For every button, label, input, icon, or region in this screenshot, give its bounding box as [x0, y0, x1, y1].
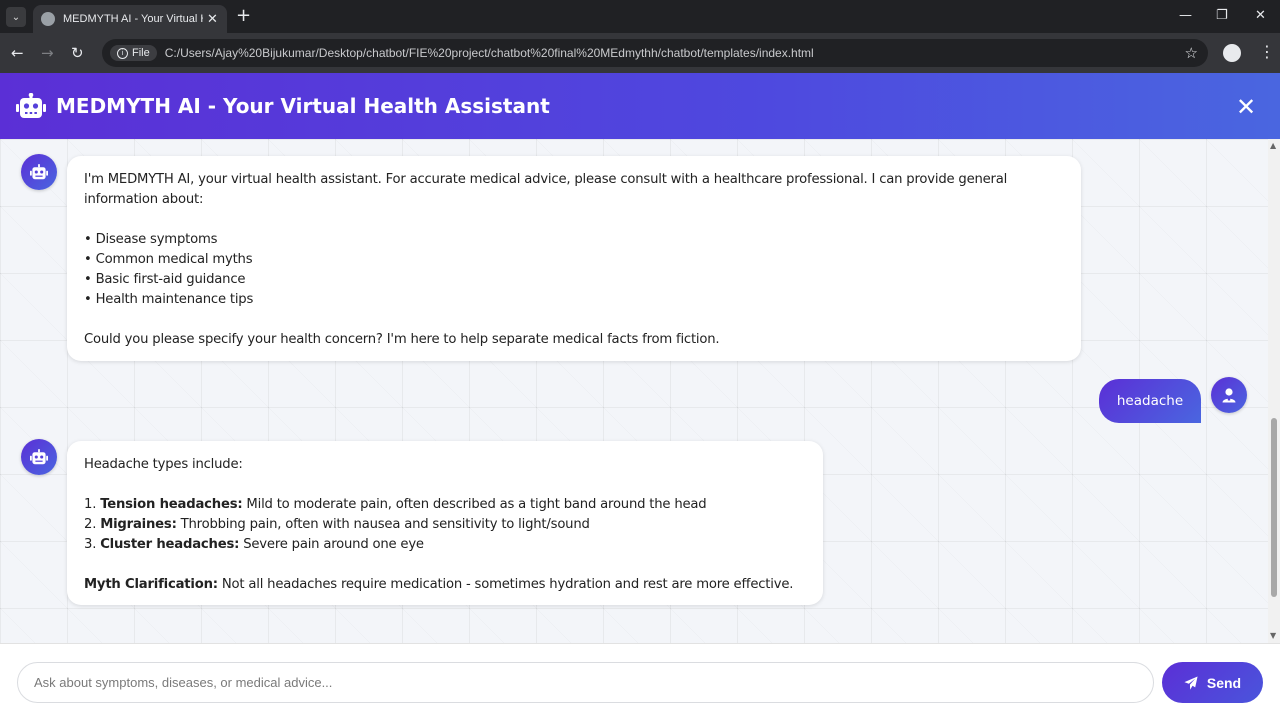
list-item: 2. Migraines: Throbbing pain, often with…: [84, 515, 806, 535]
address-bar[interactable]: i File C:/Users/Ajay%20Bijukumar/Desktop…: [102, 39, 1208, 67]
user-icon: [1222, 388, 1236, 403]
kebab-icon[interactable]: ⋮: [1259, 42, 1275, 61]
list-item: 3. Cluster headaches: Severe pain around…: [84, 535, 806, 555]
myth-clarification: Myth Clarification: Not all headaches re…: [84, 575, 806, 595]
bot-message: I'm MEDMYTH AI, your virtual health assi…: [67, 156, 1081, 361]
list-item: • Common medical myths: [84, 252, 253, 267]
item-number: 3.: [84, 537, 97, 552]
chat-area[interactable]: I'm MEDMYTH AI, your virtual health assi…: [0, 139, 1268, 643]
browser-toolbar: ← → ↻ i File C:/Users/Ajay%20Bijukumar/D…: [0, 33, 1280, 73]
scroll-down-icon[interactable]: ▼: [1270, 631, 1276, 640]
bot-message: Headache types include: 1. Tension heada…: [67, 441, 823, 605]
item-term: Migraines:: [100, 517, 177, 532]
input-bar: Send: [0, 643, 1280, 720]
tab-title: MEDMYTH AI - Your Virtual Hea: [63, 13, 203, 25]
list-item: • Health maintenance tips: [84, 292, 254, 307]
star-icon[interactable]: ☆: [1185, 44, 1198, 62]
window-close-icon[interactable]: ✕: [1255, 8, 1266, 23]
list-item: 1. Tension headaches: Mild to moderate p…: [84, 495, 806, 515]
message-intro: I'm MEDMYTH AI, your virtual health assi…: [84, 172, 1008, 207]
url-text[interactable]: C:/Users/Ajay%20Bijukumar/Desktop/chatbo…: [165, 46, 814, 60]
myth-label: Myth Clarification:: [84, 577, 218, 592]
list-item: • Basic first-aid guidance: [84, 272, 246, 287]
restore-icon[interactable]: ❐: [1216, 8, 1228, 23]
item-term: Cluster headaches:: [100, 537, 240, 552]
globe-icon: [41, 12, 55, 26]
item-desc: Severe pain around one eye: [243, 537, 424, 552]
item-number: 1.: [84, 497, 97, 512]
back-icon[interactable]: ←: [11, 44, 24, 62]
robot-icon: [30, 449, 48, 465]
robot-icon: [16, 93, 46, 118]
file-chip-label: File: [132, 47, 150, 59]
message-outro: Could you please specify your health con…: [84, 332, 720, 347]
new-tab-icon[interactable]: +: [236, 7, 251, 25]
app-header: MEDMYTH AI - Your Virtual Health Assista…: [0, 73, 1280, 139]
scroll-thumb[interactable]: [1271, 418, 1277, 597]
user-avatar: [1211, 377, 1247, 413]
item-term: Tension headaches:: [100, 497, 243, 512]
user-message: headache: [1099, 379, 1201, 423]
minimize-icon[interactable]: —: [1179, 8, 1192, 23]
browser-tabstrip: ⌄ MEDMYTH AI - Your Virtual Hea ✕ + — ❐ …: [0, 0, 1280, 33]
item-desc: Mild to moderate pain, often described a…: [246, 497, 707, 512]
profile-icon[interactable]: [1223, 44, 1241, 62]
forward-icon[interactable]: →: [41, 44, 54, 62]
item-number: 2.: [84, 517, 97, 532]
message-intro: Headache types include:: [84, 457, 243, 472]
scroll-up-icon[interactable]: ▲: [1270, 141, 1276, 150]
browser-tab[interactable]: MEDMYTH AI - Your Virtual Hea ✕: [33, 5, 227, 33]
send-button-label: Send: [1206, 674, 1242, 691]
item-desc: Throbbing pain, often with nausea and se…: [180, 517, 590, 532]
bot-avatar: [21, 154, 57, 190]
file-chip[interactable]: i File: [110, 45, 157, 61]
tab-search-icon[interactable]: ⌄: [6, 7, 26, 27]
tab-close-icon[interactable]: ✕: [207, 12, 218, 27]
chat-scrollbar[interactable]: ▲ ▼: [1268, 139, 1280, 643]
app-title: MEDMYTH AI - Your Virtual Health Assista…: [56, 94, 550, 118]
bot-avatar: [21, 439, 57, 475]
user-message-text: headache: [1116, 393, 1184, 409]
list-item: • Disease symptoms: [84, 232, 218, 247]
close-icon[interactable]: ✕: [1236, 93, 1256, 121]
reload-icon[interactable]: ↻: [71, 44, 84, 62]
send-button[interactable]: Send: [1162, 662, 1263, 703]
robot-icon: [30, 164, 48, 180]
myth-text: Not all headaches require medication - s…: [221, 577, 794, 592]
chat-input[interactable]: [17, 662, 1154, 703]
info-icon: i: [117, 47, 128, 59]
paper-plane-icon: [1184, 675, 1198, 690]
